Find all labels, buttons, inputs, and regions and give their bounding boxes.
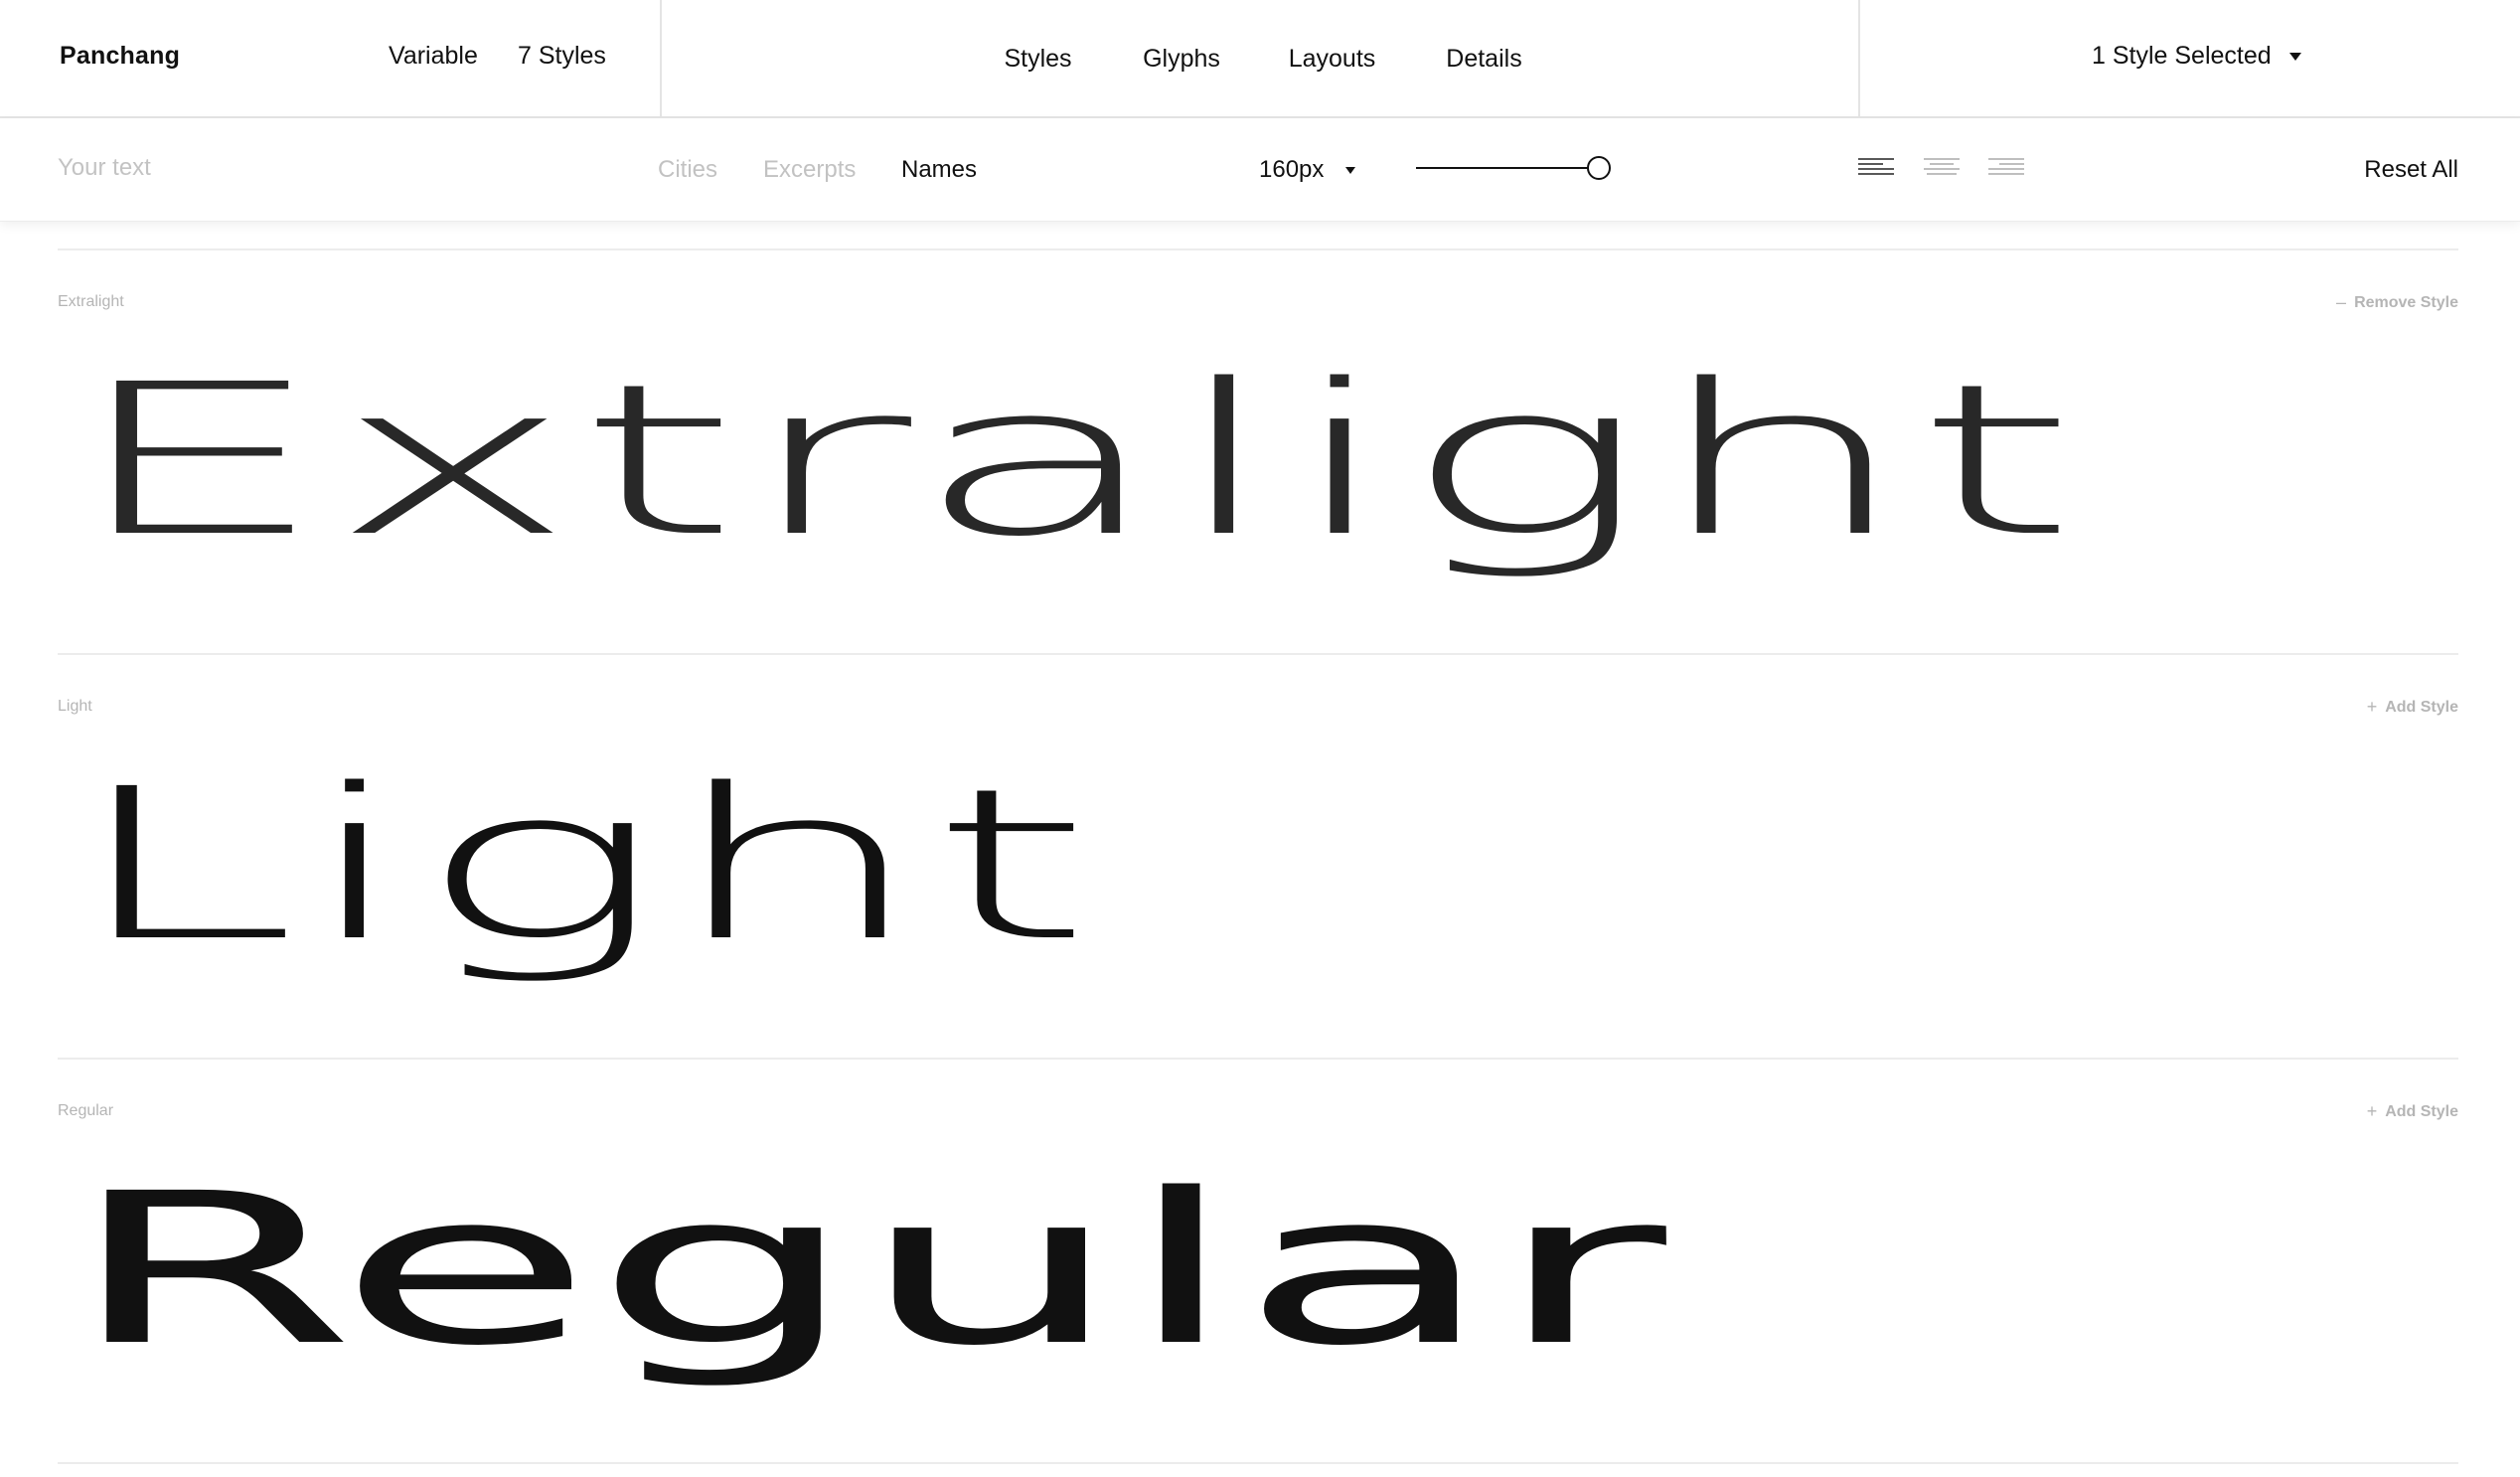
style-name-label: Extralight (58, 293, 124, 310)
specimen-divider (58, 1462, 2458, 1464)
specimen-toolbar: Cities Excerpts Names 160px (0, 118, 2520, 222)
specimen-regular: Regular + Add Style Regular (58, 1058, 2458, 1462)
add-style-button[interactable]: + Add Style (2367, 1101, 2458, 1122)
style-selector-label: 1 Style Selected (2092, 42, 2272, 70)
tab-layouts[interactable]: Layouts (1256, 0, 1408, 118)
reset-all-button[interactable]: Reset All (2364, 156, 2458, 184)
align-center-icon (1924, 158, 1960, 175)
tab-label: Styles (1004, 45, 1072, 73)
align-right-icon (1988, 158, 2024, 175)
add-style-button[interactable]: + Add Style (2367, 697, 2458, 718)
tab-label: Details (1446, 45, 1522, 73)
align-center-button[interactable] (1923, 156, 1961, 178)
view-tabs: Styles Glyphs Layouts Details (969, 0, 1560, 120)
slider-handle[interactable] (1587, 156, 1611, 180)
specimen-sample-text[interactable]: Extralight (66, 342, 2078, 580)
chevron-down-icon (2288, 52, 2301, 61)
minus-icon: – (2336, 292, 2347, 312)
variable-link[interactable]: Variable (389, 42, 478, 71)
tab-glyphs[interactable]: Glyphs (1107, 0, 1256, 118)
style-name-label: Light (58, 698, 92, 715)
top-nav: Panchang Variable 7 Styles Styles Glyphs… (0, 0, 2520, 120)
specimen-list: Extralight – Remove Style Extralight Lig… (58, 248, 2458, 1464)
plus-icon: + (2366, 1101, 2378, 1121)
preset-cities[interactable]: Cities (658, 156, 717, 184)
custom-text-input[interactable] (58, 148, 574, 188)
font-name[interactable]: Panchang (60, 42, 180, 71)
font-size-slider[interactable] (1416, 155, 1611, 181)
specimen-sample-text[interactable]: Light (66, 746, 1093, 985)
specimen-light: Light + Add Style Light (58, 653, 2458, 1058)
plus-icon: + (2366, 697, 2378, 717)
preset-excerpts[interactable]: Excerpts (763, 156, 856, 184)
action-label: Add Style (2385, 698, 2458, 716)
tab-details[interactable]: Details (1408, 0, 1560, 118)
style-name-label: Regular (58, 1102, 114, 1119)
slider-track (1416, 167, 1599, 169)
preset-names[interactable]: Names (901, 156, 977, 184)
nav-divider (1858, 0, 1860, 116)
font-size-select[interactable]: 160px (1259, 156, 1356, 184)
align-right-button[interactable] (1987, 156, 2025, 178)
chevron-down-icon (1345, 166, 1356, 174)
tab-styles[interactable]: Styles (969, 0, 1107, 120)
align-left-icon (1858, 158, 1894, 175)
remove-style-button[interactable]: – Remove Style (2336, 292, 2458, 313)
specimen-sample-text[interactable]: Regular (66, 1151, 1666, 1390)
nav-divider (660, 0, 662, 116)
tab-label: Layouts (1288, 45, 1376, 73)
align-left-button[interactable] (1857, 156, 1895, 178)
styles-count-link[interactable]: 7 Styles (518, 42, 606, 71)
tab-label: Glyphs (1143, 45, 1220, 73)
action-label: Remove Style (2354, 293, 2458, 311)
action-label: Add Style (2385, 1102, 2458, 1120)
font-size-value: 160px (1259, 156, 1325, 183)
specimen-extralight: Extralight – Remove Style Extralight (58, 248, 2458, 653)
style-selector[interactable]: 1 Style Selected (2092, 42, 2301, 71)
